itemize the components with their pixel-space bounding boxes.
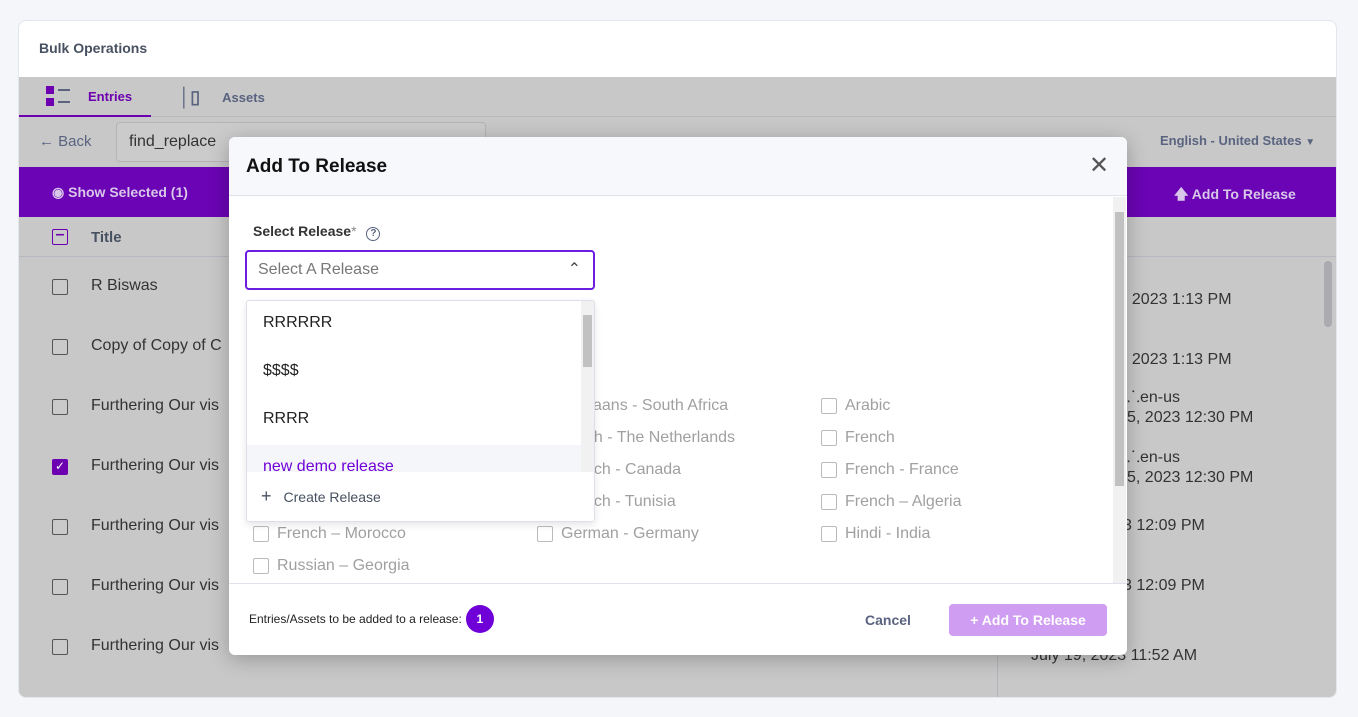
language-checkbox[interactable]: Hindi - India [821,525,930,543]
tab-assets[interactable]: │▯ Assets [179,77,265,117]
row-title: Furthering Our vis [91,637,220,654]
release-select[interactable]: Select A Release ⌃ [245,250,595,290]
row-checkbox[interactable] [52,579,68,595]
title-column-header: Title [91,229,122,246]
submit-add-to-release-button[interactable]: + Add To Release [949,604,1107,636]
add-to-release-modal: Add To Release ✕ Select Release* ? Selec… [229,137,1127,655]
row-locale: t ⸫en-us [1118,389,1181,406]
add-to-release-button[interactable]: 🡅 Add To Release [1174,184,1296,208]
row-title: Furthering Our vis [91,577,220,594]
modal-footer: Entries/Assets to be added to a release:… [229,583,1127,655]
release-option[interactable]: RRRRRR [247,301,581,349]
select-all-checkbox[interactable]: – [52,227,68,245]
upload-icon: 🡅 [1174,186,1189,202]
language-checkbox[interactable]: French – Morocco [253,525,406,543]
page-title: Bulk Operations [39,40,148,56]
row-date: 5, 2023 12:30 PM [1127,409,1254,426]
chevron-up-icon: ⌃ [567,261,581,278]
row-date: 3 12:09 PM [1123,517,1205,534]
row-locale: t ⸫en-us [1118,449,1181,466]
table-scrollbar[interactable] [1324,261,1332,327]
row-checkbox[interactable] [52,339,68,355]
show-selected-button[interactable]: ◉ Show Selected (1) [52,184,188,201]
assets-icon: │▯ [179,86,201,107]
count-badge: 1 [465,605,494,633]
release-option[interactable]: $$$$ [247,349,581,397]
release-option[interactable]: RRRR [247,397,581,445]
row-date: , 2023 1:13 PM [1123,351,1232,368]
create-release-button[interactable]: + Create Release [247,472,594,521]
language-checkbox[interactable]: French - France [821,461,959,479]
language-checkbox[interactable]: French – Algeria [821,493,962,511]
modal-title: Add To Release [246,156,388,177]
row-checkbox[interactable]: ✓ [52,459,68,475]
row-title: Furthering Our vis [91,457,220,474]
row-date: , 2023 1:13 PM [1123,291,1232,308]
row-checkbox[interactable] [52,399,68,415]
release-dropdown: RRRRRR $$$$ RRRR new demo release + Create R… [246,300,595,522]
language-checkbox[interactable]: Arabic [821,397,890,415]
help-icon[interactable]: ? [366,227,381,241]
row-date: 3 12:09 PM [1123,577,1205,594]
close-icon[interactable]: ✕ [1089,154,1109,178]
row-checkbox[interactable] [52,639,68,655]
modal-scrollbar[interactable] [1113,197,1126,583]
back-button[interactable]: ← Back [39,133,92,150]
language-checkbox[interactable]: German - Germany [537,525,699,543]
release-count-label: Entries/Assets to be added to a release: [249,612,462,626]
plus-icon: + [261,486,272,506]
eye-icon: ◉ [52,184,65,200]
cancel-button[interactable]: Cancel [865,612,911,628]
row-date: 5, 2023 12:30 PM [1127,469,1254,486]
row-title: Furthering Our vis [91,517,220,534]
tab-entries[interactable]: Entries [19,77,151,117]
caret-down-icon: ▼ [1305,137,1316,148]
row-checkbox[interactable] [52,279,68,295]
plus-icon: + [970,612,979,628]
page-header: Bulk Operations [19,21,1336,77]
language-checkbox[interactable]: Russian – Georgia [253,557,410,575]
row-checkbox[interactable] [52,519,68,535]
select-release-label: Select Release* ? [253,223,381,241]
dropdown-scrollbar[interactable] [581,301,594,472]
arrow-left-icon: ← [39,133,54,150]
locale-dropdown[interactable]: English - United States ▼ [1160,133,1315,148]
modal-header: Add To Release ✕ [229,137,1127,196]
entries-icon [46,86,70,106]
row-title: Furthering Our vis [91,397,220,414]
row-title: Copy of Copy of C [91,337,222,354]
row-title: R Biswas [91,277,158,294]
language-checkbox[interactable]: French [821,429,895,447]
tab-bar: Entries │▯ Assets [19,77,1336,117]
